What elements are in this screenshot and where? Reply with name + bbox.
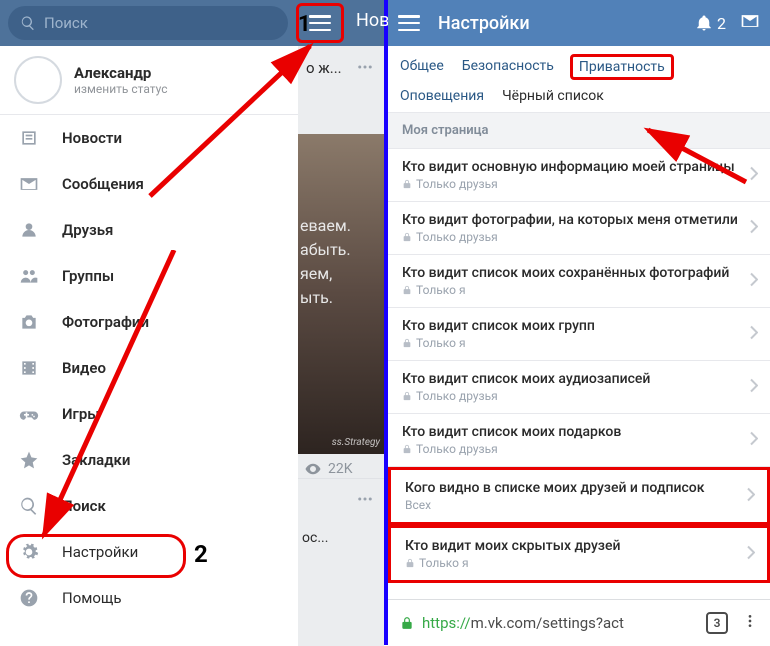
privacy-row[interactable]: Кто видит список моих групп Только я [388, 308, 770, 361]
friends-icon [18, 219, 40, 241]
privacy-value: Только друзья [402, 389, 756, 403]
tabs: Общее Безопасность Приватность Оповещени… [388, 46, 770, 113]
url-bar[interactable]: https://m.vk.com/settings?act 3 [388, 599, 770, 645]
sidebar-item-label: Помощь [62, 589, 122, 607]
privacy-row[interactable]: Кто видит моих скрытых друзей Только я [388, 525, 770, 583]
annotation-1: 1 [298, 12, 311, 37]
privacy-row[interactable]: Кто видит список моих аудиозаписей Только… [388, 361, 770, 414]
arrow-annotation-1 [140, 36, 340, 206]
privacy-value: Только друзья [402, 442, 756, 456]
mail-icon [18, 173, 40, 195]
left-panel: Поиск 1 Нов Александр изменить статус Но… [0, 0, 388, 645]
tab-security[interactable]: Безопасность [460, 54, 556, 80]
url-text: https://m.vk.com/settings?act [422, 614, 706, 632]
vertical-dots-icon [742, 613, 758, 629]
chevron-right-icon [750, 325, 758, 344]
mail-icon [740, 11, 760, 31]
privacy-title: Кто видит список моих групп [402, 318, 756, 334]
strip-bottom: ос... [298, 522, 384, 554]
right-panel: Настройки 2 Общее Безопасность Приватнос… [388, 0, 770, 645]
privacy-row[interactable]: Кого видно в списке моих друзей и подпис… [388, 467, 770, 525]
hamburger-icon[interactable] [398, 15, 420, 31]
privacy-title: Кого видно в списке моих друзей и подпис… [405, 480, 753, 496]
privacy-title: Кто видит список моих аудиозаписей [402, 371, 756, 387]
eye-icon [304, 460, 322, 478]
privacy-title: Кто видит список моих сохранённых фотогр… [402, 265, 756, 281]
privacy-value: Только я [402, 283, 756, 297]
sidebar-item-label: Новости [62, 129, 122, 147]
avatar [14, 56, 62, 104]
privacy-title: Кто видит фотографии, на которых меня от… [402, 212, 756, 228]
annotation-2: 2 [194, 540, 208, 568]
privacy-row[interactable]: Кто видит список моих сохранённых фотогр… [388, 255, 770, 308]
privacy-title: Кто видит список моих подарков [402, 424, 756, 440]
view-count: 22K [298, 454, 384, 478]
browser-menu[interactable] [742, 613, 758, 633]
more-icon[interactable] [356, 58, 374, 76]
tab-privacy[interactable]: Приватность [570, 54, 674, 80]
arrow-annotation-2 [24, 250, 184, 550]
notifications-button[interactable]: 2 [695, 14, 726, 33]
help-icon [18, 587, 40, 609]
search-input[interactable]: Поиск [8, 6, 288, 40]
privacy-title: Кто видит моих скрытых друзей [405, 538, 753, 554]
settings-header: Настройки 2 [388, 0, 770, 46]
privacy-value: Только я [405, 556, 753, 570]
chevron-right-icon [750, 378, 758, 397]
more-icon[interactable] [356, 490, 374, 512]
news-icon [18, 127, 40, 149]
page-title: Настройки [438, 13, 695, 34]
mail-button[interactable] [740, 11, 760, 35]
chevron-right-icon [747, 487, 755, 506]
chevron-right-icon [750, 431, 758, 450]
arrow-annotation-3 [636, 122, 756, 192]
privacy-row[interactable]: Кто видит список моих подарков Только дру… [388, 414, 770, 467]
top-text-partial: Нов [356, 10, 389, 31]
chevron-right-icon [747, 545, 755, 564]
sidebar-item-label: Сообщения [62, 175, 144, 193]
hamburger-icon[interactable] [309, 15, 331, 31]
chevron-right-icon [750, 219, 758, 238]
privacy-value: Только я [402, 336, 756, 350]
search-placeholder: Поиск [44, 14, 88, 32]
search-icon [20, 15, 36, 31]
tab-notifications[interactable]: Оповещения [398, 84, 486, 108]
notif-count: 2 [717, 14, 726, 33]
privacy-value: Только друзья [402, 230, 756, 244]
tab-blacklist[interactable]: Чёрный список [500, 84, 606, 108]
lock-icon [400, 616, 414, 630]
tab-general[interactable]: Общее [398, 54, 446, 80]
bell-icon [695, 14, 713, 32]
sidebar-item-label: Друзья [62, 221, 113, 239]
chevron-right-icon [750, 272, 758, 291]
privacy-row[interactable]: Кто видит фотографии, на которых меня от… [388, 202, 770, 255]
privacy-value: Всех [405, 498, 753, 512]
tab-count[interactable]: 3 [706, 612, 728, 634]
